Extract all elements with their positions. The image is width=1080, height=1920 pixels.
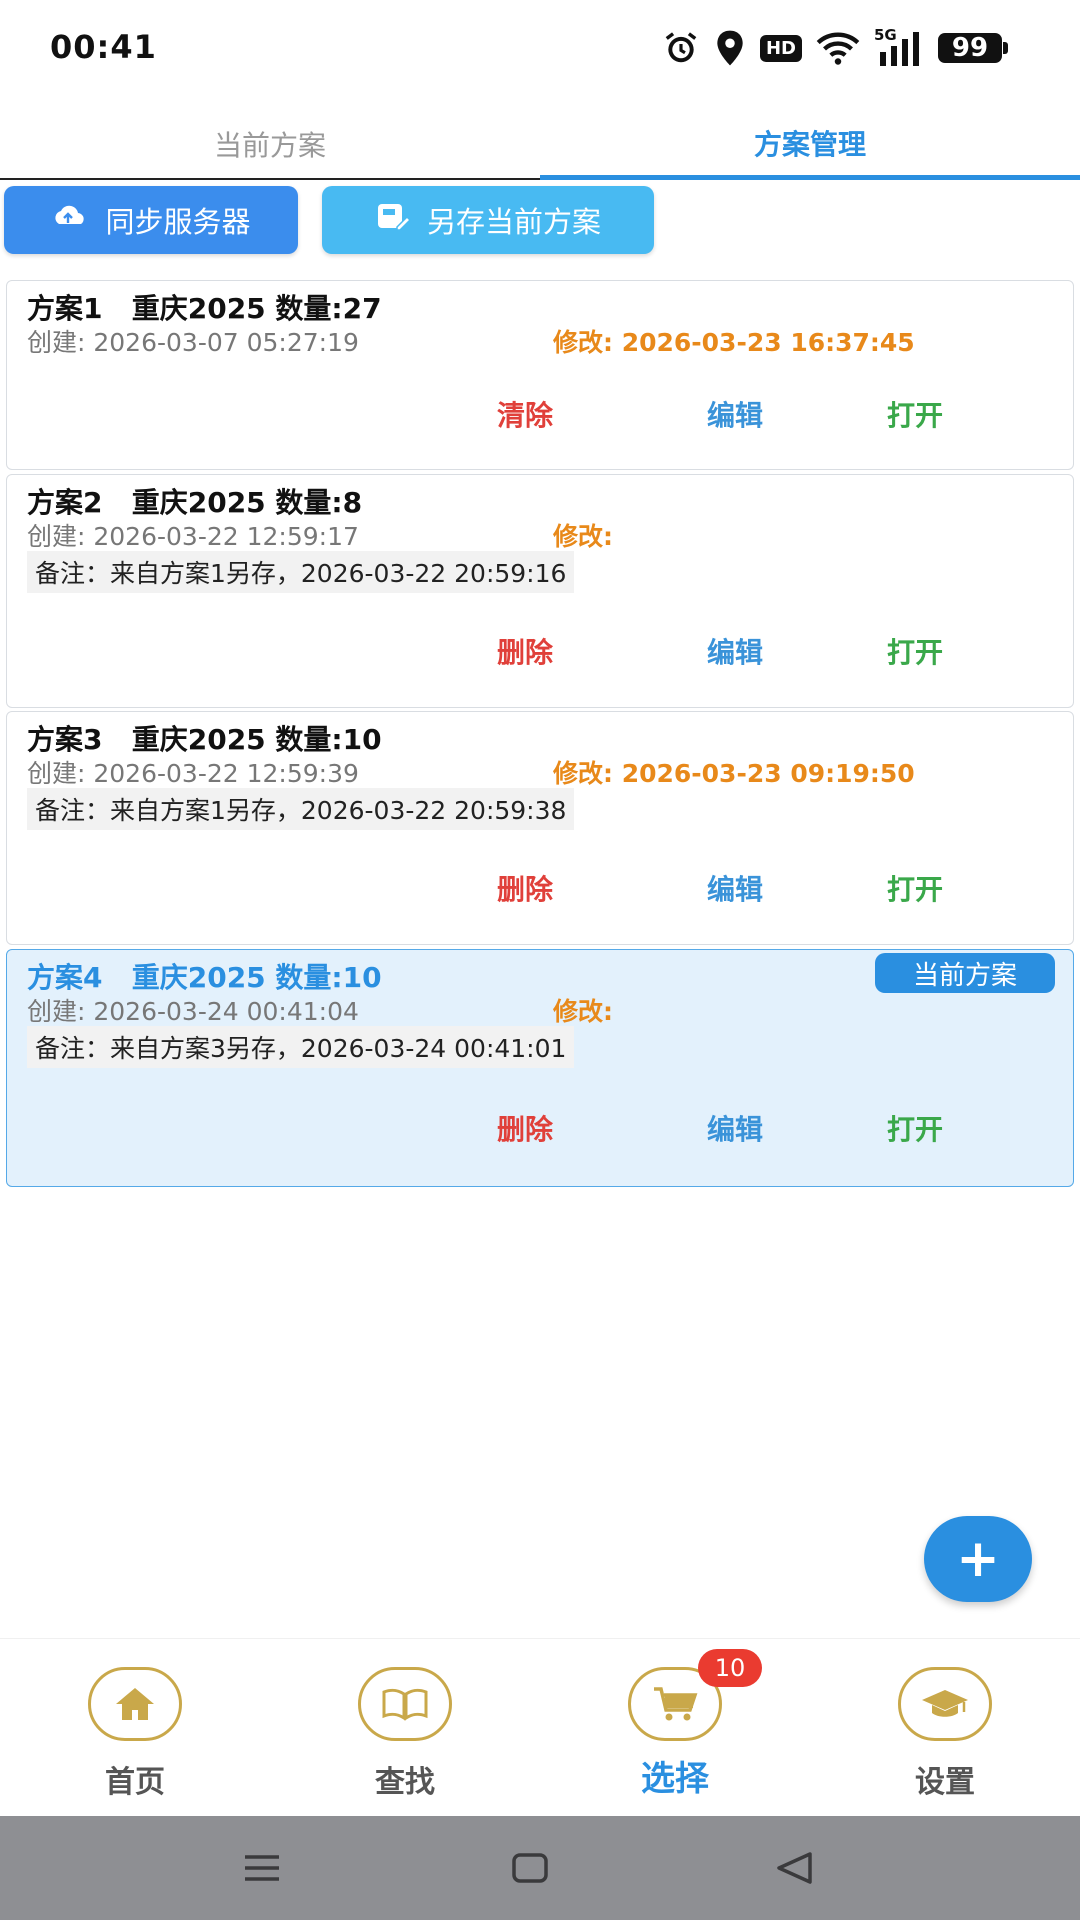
tab-plan-management[interactable]: 方案管理 xyxy=(540,110,1080,180)
save-as-label: 另存当前方案 xyxy=(426,205,601,239)
plan-note: 备注：来自方案3另存，2026-03-24 00:41:01 xyxy=(27,1026,575,1068)
home-square-icon[interactable] xyxy=(508,1846,552,1890)
wifi-icon xyxy=(816,30,860,66)
location-icon xyxy=(714,29,746,67)
edit-button[interactable]: 编辑 xyxy=(707,1108,763,1148)
open-button[interactable]: 打开 xyxy=(887,868,943,908)
add-plan-button[interactable]: + xyxy=(924,1516,1032,1602)
plan-card[interactable]: 方案2 重庆2025 数量:8 创建: 2026-03-22 12:59:17 … xyxy=(6,474,1074,708)
open-button[interactable]: 打开 xyxy=(887,394,943,434)
nav-label: 选择 xyxy=(641,1759,709,1799)
book-icon xyxy=(358,1667,452,1741)
nav-label: 设置 xyxy=(915,1765,975,1800)
plan-created: 创建: 2026-03-22 12:59:17 xyxy=(27,522,359,551)
delete-button[interactable]: 删除 xyxy=(497,868,553,908)
edit-button[interactable]: 编辑 xyxy=(707,868,763,908)
sync-server-button[interactable]: 同步服务器 xyxy=(4,186,298,254)
plan-created: 创建: 2026-03-22 12:59:39 xyxy=(27,759,359,788)
5g-signal-icon: 5G xyxy=(874,26,924,66)
back-triangle-icon[interactable] xyxy=(772,1846,816,1890)
plan-created: 创建: 2026-03-24 00:41:04 xyxy=(27,997,359,1026)
battery-icon: 99 xyxy=(938,33,1008,63)
current-plan-badge: 当前方案 xyxy=(875,953,1055,993)
sync-cloud-icon xyxy=(51,202,91,239)
nav-item-search[interactable]: 查找 xyxy=(270,1639,540,1817)
plan-modified: 修改: 2026-03-23 16:37:45 xyxy=(553,328,915,357)
status-icons: HD 5G 99 xyxy=(662,26,1008,68)
plan-title: 方案2 重庆2025 数量:8 xyxy=(27,486,363,519)
system-nav-bar xyxy=(0,1816,1080,1920)
nav-item-home[interactable]: 首页 xyxy=(0,1639,270,1817)
plan-modified: 修改: xyxy=(553,522,613,551)
tab-bar: 当前方案 方案管理 xyxy=(0,110,1080,180)
clear-button[interactable]: 清除 xyxy=(497,394,553,434)
plan-note: 备注：来自方案1另存，2026-03-22 20:59:38 xyxy=(27,788,575,830)
nav-item-settings[interactable]: 设置 xyxy=(810,1639,1080,1817)
graduation-cap-icon xyxy=(898,1667,992,1741)
menu-icon[interactable] xyxy=(240,1846,284,1890)
save-edit-icon xyxy=(375,201,413,240)
sync-server-label: 同步服务器 xyxy=(105,205,251,239)
edit-button[interactable]: 编辑 xyxy=(707,631,763,671)
plan-card[interactable]: 方案3 重庆2025 数量:10 创建: 2026-03-22 12:59:39… xyxy=(6,711,1074,945)
plan-card[interactable]: 方案1 重庆2025 数量:27 创建: 2026-03-07 05:27:19… xyxy=(6,280,1074,470)
nav-label: 查找 xyxy=(375,1765,435,1800)
plan-created: 创建: 2026-03-07 05:27:19 xyxy=(27,328,359,357)
plan-title: 方案1 重庆2025 数量:27 xyxy=(27,292,382,325)
delete-button[interactable]: 删除 xyxy=(497,1108,553,1148)
nav-item-select[interactable]: 10 选择 xyxy=(540,1639,810,1817)
plan-title: 方案4 重庆2025 数量:10 xyxy=(27,961,382,994)
open-button[interactable]: 打开 xyxy=(887,1108,943,1148)
delete-button[interactable]: 删除 xyxy=(497,631,553,671)
alarm-icon xyxy=(662,29,700,67)
cart-count-badge: 10 xyxy=(698,1649,762,1687)
nav-label: 首页 xyxy=(105,1765,165,1800)
status-time: 00:41 xyxy=(50,28,157,66)
open-button[interactable]: 打开 xyxy=(887,631,943,671)
bottom-nav: 首页 查找 10 选择 设置 xyxy=(0,1638,1080,1816)
home-icon xyxy=(88,1667,182,1741)
plan-card-current[interactable]: 方案4 重庆2025 数量:10 当前方案 创建: 2026-03-24 00:… xyxy=(6,949,1074,1187)
plan-modified: 修改: 2026-03-23 09:19:50 xyxy=(553,759,915,788)
plan-note: 备注：来自方案1另存，2026-03-22 20:59:16 xyxy=(27,551,575,593)
plan-title: 方案3 重庆2025 数量:10 xyxy=(27,723,382,756)
save-as-current-plan-button[interactable]: 另存当前方案 xyxy=(322,186,654,254)
tab-current-plan[interactable]: 当前方案 xyxy=(0,110,540,180)
plan-modified: 修改: xyxy=(553,997,613,1026)
status-bar: 00:41 HD 5G 99 xyxy=(0,0,1080,100)
edit-button[interactable]: 编辑 xyxy=(707,394,763,434)
hd-icon: HD xyxy=(759,34,802,62)
